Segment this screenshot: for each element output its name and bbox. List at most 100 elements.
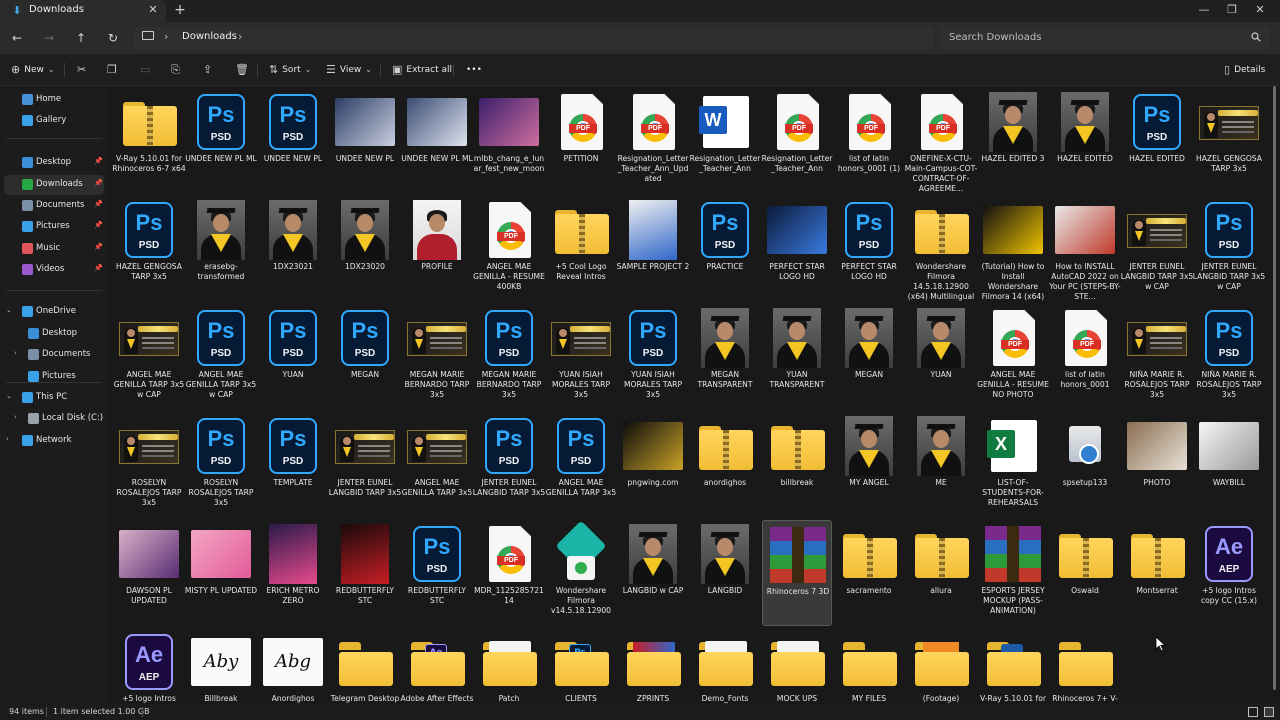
file-item-undee-new-pl-ml[interactable]: UNDEE NEW PL ML xyxy=(401,88,473,194)
file-item-yuan[interactable]: YUAN xyxy=(906,304,976,410)
file-item-footage[interactable]: (Footage) xyxy=(906,628,976,704)
file-item-spsetup133[interactable]: spsetup133 xyxy=(1050,412,1120,518)
file-item-profile[interactable]: PROFILE xyxy=(402,196,472,302)
sidebar-item-pictures[interactable]: Pictures xyxy=(0,367,106,387)
file-item-resignation-letter-teacher-ann-updated[interactable]: PDF Resignation_Letter_Teacher_Ann_Update… xyxy=(618,88,688,194)
file-item-rhinoceros-7-3d[interactable]: Rhinoceros 7 3D xyxy=(762,520,832,626)
file-item-rhinoceros-7-v-ray-5-for-rhino-6-and-7[interactable]: Rhinoceros 7+ V-Ray 5 for rhino 6 and 7 xyxy=(1050,628,1120,704)
file-item-list-of-students-for-rehearsals[interactable]: X LIST-OF-STUDENTS-FOR-REHEARSALS xyxy=(978,412,1048,518)
file-item-ni-a-marie-r-rosalejos-tarp-3x5[interactable]: Ps PSD NIÑA MARIE R. ROSALEJOS TARP 3x5 xyxy=(1194,304,1264,410)
file-item-langbid-w-cap[interactable]: LANGBID w CAP xyxy=(618,520,688,626)
file-item-angel-mae-genilla-tarp-3x5[interactable]: ANGEL MAE GENILLA TARP 3x5 xyxy=(402,412,472,518)
pin-icon[interactable]: 📌 xyxy=(94,243,103,251)
file-item-billbreak[interactable]: billbreak xyxy=(762,412,832,518)
file-item-v-ray-5-10-01-for-rhinoceros-6-7-x64[interactable]: V-Ray 5.10.01 for Rhinoceros 6-7 x64 xyxy=(978,628,1048,704)
close-window-button[interactable]: ✕ xyxy=(1252,3,1268,16)
file-item-list-of-latin-honors-0001-1[interactable]: PDF list of latin honors_0001 (1) xyxy=(834,88,904,194)
breadcrumb-downloads[interactable]: Downloads xyxy=(182,31,237,42)
tiles-view-icon[interactable] xyxy=(1264,707,1274,717)
sort-button[interactable]: ⇅ Sort ⌄ xyxy=(269,62,311,78)
chevron-right-icon[interactable]: › xyxy=(164,30,168,43)
file-item-how-to-install-autocad-2022-on-your-pc-steps-by-ste[interactable]: How to INSTALL AutoCAD 2022 on Your PC (… xyxy=(1049,196,1121,302)
file-item-angel-mae-genilla-tarp-3x5[interactable]: Ps PSD ANGEL MAE GENILLA TARP 3x5 xyxy=(546,412,616,518)
chevron-right-icon[interactable]: › xyxy=(238,30,242,43)
chevron-down-icon[interactable]: ⌄ xyxy=(6,306,12,314)
file-item-jenter-eunel-langbid-tarp-3x5-w-cap[interactable]: Ps PSD JENTER EUNEL LANGBID TARP 3x5 w CAP xyxy=(1193,196,1265,302)
file-item-photo[interactable]: PHOTO xyxy=(1122,412,1192,518)
maximize-button[interactable]: ❐ xyxy=(1224,3,1240,16)
file-item-megan-marie-bernardo-tarp-3x5[interactable]: MEGAN MARIE BERNARDO TARP 3x5 xyxy=(402,304,472,410)
file-item-undee-new-pl[interactable]: Ps PSD UNDEE NEW PL xyxy=(258,88,328,194)
paste-button[interactable]: ▭ xyxy=(140,62,150,78)
file-item-oswald[interactable]: Oswald xyxy=(1050,520,1120,626)
file-item-megan-transparent[interactable]: MEGAN TRANSPARENT xyxy=(690,304,760,410)
file-item-perfect-star-logo-hd[interactable]: PERFECT STAR LOGO HD xyxy=(762,196,832,302)
file-item-my-angel[interactable]: MY ANGEL xyxy=(834,412,904,518)
new-button[interactable]: ⊕ New ⌄ xyxy=(11,62,55,78)
chevron-right-icon[interactable]: › xyxy=(14,413,17,421)
file-item-hazel-gengosa-tarp-3x5[interactable]: Ps PSD HAZEL GENGOSA TARP 3x5 xyxy=(114,196,184,302)
file-item-jenter-eunel-langbid-tarp-3x5[interactable]: JENTER EUNEL LANGBID TARP 3x5 xyxy=(329,412,401,518)
file-item-clients[interactable]: Ps CLIENTS xyxy=(546,628,616,704)
file-item-dawson-pl-updated[interactable]: DAWSON PL UPDATED xyxy=(114,520,184,626)
minimize-button[interactable]: — xyxy=(1196,3,1212,16)
file-item-jenter-eunel-langbid-tarp-3x5-w-cap[interactable]: JENTER EUNEL LANGBID TARP 3x5 w CAP xyxy=(1121,196,1193,302)
file-item-jenter-eunel-langbid-tarp-3x5[interactable]: Ps PSD JENTER EUNEL LANGBID TARP 3x5 xyxy=(473,412,545,518)
file-item-telegram-desktop[interactable]: Telegram Desktop xyxy=(330,628,400,704)
file-item-angel-mae-genilla-resume-no-photo[interactable]: PDF ANGEL MAE GENILLA - RESUME NO PHOTO xyxy=(977,304,1049,410)
file-item-allura[interactable]: allura xyxy=(906,520,976,626)
file-item-pngwing-com[interactable]: pngwing.com xyxy=(618,412,688,518)
file-item-billbreak[interactable]: Aby Billbreak xyxy=(186,628,256,704)
file-item-practice[interactable]: Ps PSD PRACTICE xyxy=(690,196,760,302)
copy-button[interactable]: ❐ xyxy=(107,62,117,78)
refresh-button[interactable]: ↻ xyxy=(104,29,122,47)
chevron-right-icon[interactable]: › xyxy=(6,435,9,443)
file-item-yuan[interactable]: Ps PSD YUAN xyxy=(258,304,328,410)
sidebar-item-desktop[interactable]: Desktop xyxy=(0,324,106,344)
file-item-onefine-x-ctu-main-campus-cot-contract-of-agreeme[interactable]: PDF ONEFINE-X-CTU-Main-Campus-COT-CONTRAC… xyxy=(905,88,977,194)
file-item-waybill[interactable]: WAYBILL xyxy=(1194,412,1264,518)
file-item-esports-jersey-mockup-pass-animation[interactable]: ESPORTS JERSEY MOCKUP (PASS-ANIMATION) xyxy=(978,520,1048,626)
sidebar-item-onedrive[interactable]: ⌄ OneDrive xyxy=(0,302,106,322)
file-item-yuan-transparent[interactable]: YUAN TRANSPARENT xyxy=(762,304,832,410)
file-item-adobe-after-effects-auto-save[interactable]: Ae Adobe After Effects Auto-Save xyxy=(401,628,473,704)
pin-icon[interactable]: 📌 xyxy=(94,157,103,165)
file-item-perfect-star-logo-hd[interactable]: Ps PSD PERFECT STAR LOGO HD xyxy=(834,196,904,302)
extract-all-button[interactable]: ▣ Extract all xyxy=(392,62,452,78)
chevron-right-icon[interactable]: › xyxy=(14,349,17,357)
sidebar-item-home[interactable]: Home xyxy=(0,90,106,110)
file-item-hazel-edited-3[interactable]: HAZEL EDITED 3 xyxy=(978,88,1048,194)
pin-icon[interactable]: 📌 xyxy=(94,221,103,229)
delete-button[interactable]: 🗑 xyxy=(235,62,249,78)
file-item-roselyn-rosalejos-tarp-3x5[interactable]: Ps PSD ROSELYN ROSALEJOS TARP 3x5 xyxy=(186,412,256,518)
file-item-patch[interactable]: Patch xyxy=(474,628,544,704)
file-item-redbutterfly-stc[interactable]: Ps PSD REDBUTTERFLY STC xyxy=(402,520,472,626)
file-item-template[interactable]: Ps PSD TEMPLATE xyxy=(258,412,328,518)
file-item-ni-a-marie-r-rosalejos-tarp-3x5[interactable]: NIÑA MARIE R. ROSALEJOS TARP 3x5 xyxy=(1122,304,1192,410)
sidebar-item-documents[interactable]: Documents 📌 xyxy=(0,196,106,216)
share-button[interactable]: ⇪ xyxy=(203,62,212,78)
file-item-erasebg-transformed[interactable]: erasebg-transformed xyxy=(186,196,256,302)
more-options-button[interactable]: ••• xyxy=(466,62,482,78)
pin-icon[interactable]: 📌 xyxy=(94,179,103,187)
file-item-angel-mae-genilla-tarp-3x5-w-cap[interactable]: ANGEL MAE GENILLA TARP 3x5 w CAP xyxy=(114,304,184,410)
pin-icon[interactable]: 📌 xyxy=(94,200,103,208)
up-button[interactable]: ↑ xyxy=(72,29,90,47)
file-item-hazel-edited[interactable]: Ps PSD HAZEL EDITED xyxy=(1122,88,1192,194)
file-item-1dx23020[interactable]: 1DX23020 xyxy=(330,196,400,302)
file-item-yuan-isiah-morales-tarp-3x5[interactable]: Ps PSD YUAN ISIAH MORALES TARP 3x5 xyxy=(618,304,688,410)
file-item-list-of-latin-honors-0001[interactable]: PDF list of latin honors_0001 xyxy=(1050,304,1120,410)
chevron-down-icon[interactable]: ⌄ xyxy=(6,392,12,400)
sidebar-item-pictures[interactable]: Pictures 📌 xyxy=(0,217,106,237)
file-item-sample-project-2[interactable]: SAMPLE PROJECT 2 xyxy=(617,196,689,302)
scrollbar-thumb[interactable] xyxy=(1273,86,1276,690)
file-item-v-ray-5-10-01-for-rhinoceros-6-7-x64[interactable]: V-Ray 5.10.01 for Rhinoceros 6-7 x64 xyxy=(112,88,186,194)
file-item-angel-mae-genilla-tarp-3x5-w-cap[interactable]: Ps PSD ANGEL MAE GENILLA TARP 3x5 w CAP xyxy=(186,304,256,410)
tab-downloads[interactable]: ⬇ Downloads ✕ xyxy=(0,0,166,22)
file-item-1dx23021[interactable]: 1DX23021 xyxy=(258,196,328,302)
file-item-angel-mae-genilla-resume-400kb[interactable]: PDF ANGEL MAE GENILLA - RESUME 400KB xyxy=(473,196,545,302)
sidebar-item-gallery[interactable]: Gallery xyxy=(0,111,106,131)
file-item-megan[interactable]: MEGAN xyxy=(834,304,904,410)
sidebar-item-network[interactable]: › Network xyxy=(0,431,106,451)
sidebar-item-music[interactable]: Music 📌 xyxy=(0,239,106,259)
